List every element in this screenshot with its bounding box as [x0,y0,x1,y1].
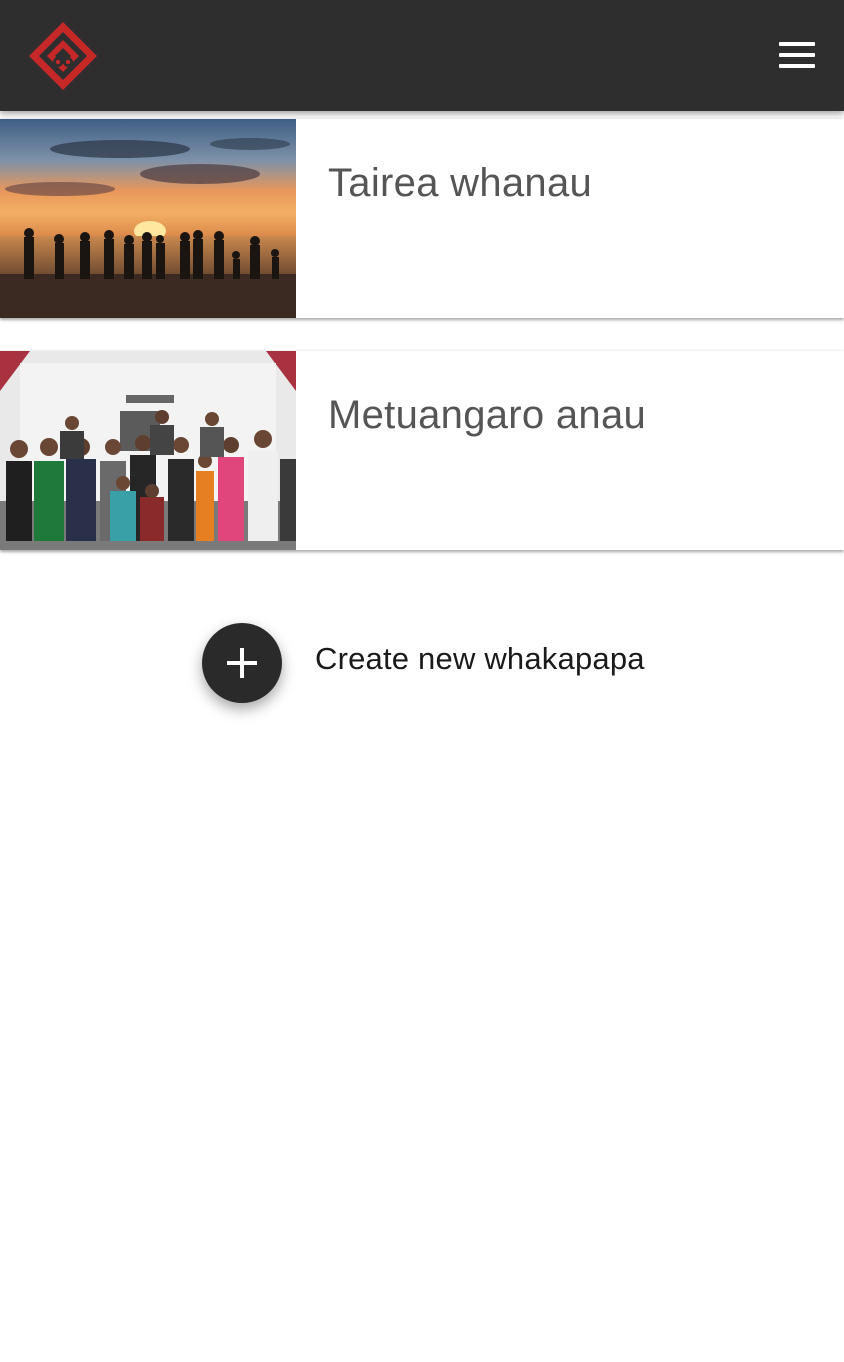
whakapapa-title: Metuangaro anau [328,393,647,437]
app-logo-icon[interactable] [27,20,99,92]
menu-line [779,42,815,46]
whakapapa-card-metuangaro[interactable]: Metuangaro anau [0,351,844,550]
family-group-photo [0,351,296,550]
plus-icon [240,648,244,678]
family-sunset-photo [0,119,296,318]
whakapapa-title: Tairea whanau [328,161,593,205]
create-whakapapa-row[interactable]: Create new whakapapa [202,623,662,705]
hamburger-menu-icon[interactable] [775,38,819,72]
app-bar [0,0,844,111]
create-whakapapa-label[interactable]: Create new whakapapa [315,641,645,677]
menu-line [779,64,815,68]
menu-line [779,53,815,57]
create-whakapapa-button[interactable] [202,623,282,703]
whakapapa-card-tairea[interactable]: Tairea whanau [0,119,844,318]
